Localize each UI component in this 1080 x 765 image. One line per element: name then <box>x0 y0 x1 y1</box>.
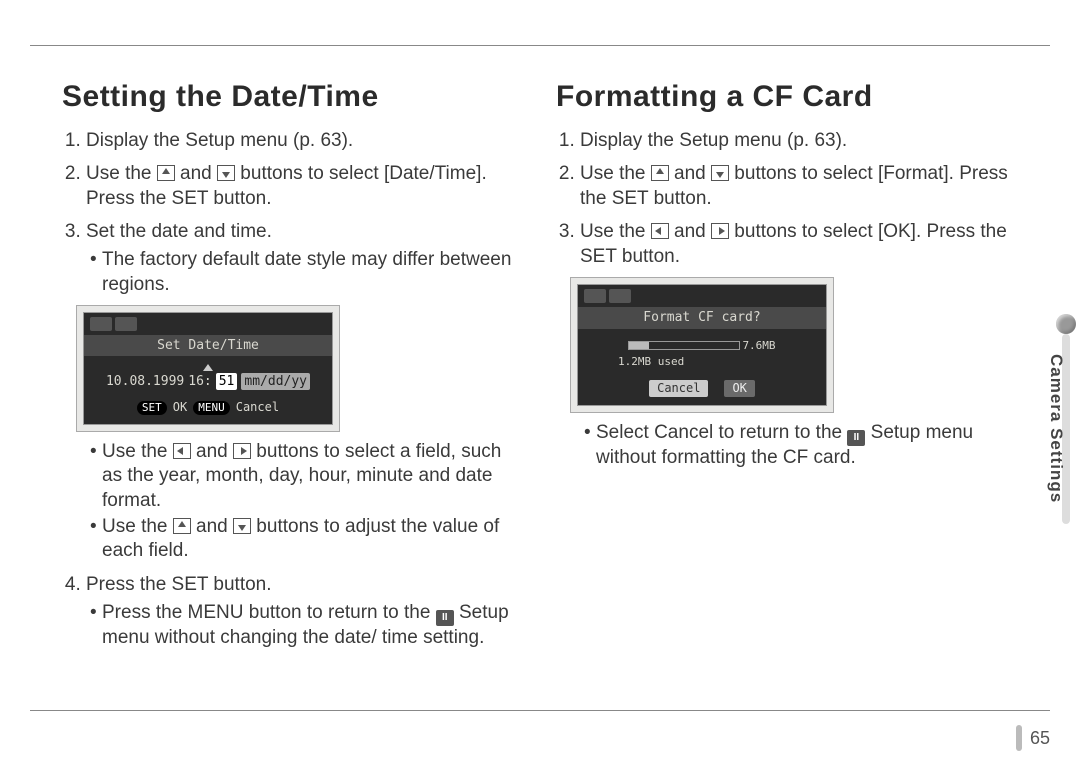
page-top-rule <box>30 45 1050 46</box>
steps-date-time: Display the Setup menu (p. 63). Use the … <box>62 128 516 650</box>
lcd-ok-button: OK <box>724 380 754 398</box>
step-3-note-2: Use the and buttons to select a field, s… <box>90 440 516 513</box>
up-triangle-icon <box>157 165 175 181</box>
step-4-note-1: Press the MENU button to return to the I… <box>90 601 516 650</box>
heading-date-time: Setting the Date/Time <box>62 80 516 114</box>
step-2: Use the and buttons to select [Format]. … <box>580 161 1010 211</box>
setup-menu-icon: II <box>847 430 865 446</box>
down-triangle-icon <box>217 165 235 181</box>
column-date-time: Setting the Date/Time Display the Setup … <box>62 80 516 755</box>
down-triangle-icon <box>233 518 251 534</box>
page-number: 65 <box>1016 725 1050 751</box>
lcd-cancel-button: Cancel <box>649 380 708 398</box>
step-3: Set the date and time. The factory defau… <box>86 219 516 563</box>
up-triangle-icon <box>173 518 191 534</box>
left-triangle-icon <box>173 443 191 459</box>
step-3: Use the and buttons to select [OK]. Pres… <box>580 219 1010 470</box>
storage-bar <box>628 341 740 350</box>
left-triangle-icon <box>651 223 669 239</box>
step-1: Display the Setup menu (p. 63). <box>86 128 516 153</box>
side-tab-dot-icon <box>1056 314 1076 334</box>
setup-menu-icon: II <box>436 610 454 626</box>
side-section-tab: Camera Settings <box>1048 314 1080 529</box>
heading-format-cf: Formatting a CF Card <box>556 80 1010 114</box>
side-tab-label: Camera Settings <box>1046 354 1066 503</box>
up-triangle-icon <box>651 165 669 181</box>
right-triangle-icon <box>711 223 729 239</box>
column-format-cf: Formatting a CF Card Display the Setup m… <box>556 80 1010 755</box>
steps-format-cf: Display the Setup menu (p. 63). Use the … <box>556 128 1010 471</box>
step-1: Display the Setup menu (p. 63). <box>580 128 1010 153</box>
page-content: Setting the Date/Time Display the Setup … <box>62 80 1010 755</box>
step-4: Press the SET button. Press the MENU but… <box>86 572 516 650</box>
format-note: Select Cancel to return to the II Setup … <box>584 421 1010 470</box>
step-3-note-1: The factory default date style may diffe… <box>90 248 516 297</box>
lcd-format-cf: Format CF card? 7.6MB 1.2MB used Cancel … <box>570 277 834 413</box>
right-triangle-icon <box>233 443 251 459</box>
lcd-set-date-time: Set Date/Time 10.08.1999 16:51 mm/dd/yy … <box>76 305 340 432</box>
step-2: Use the and buttons to select [Date/Time… <box>86 161 516 211</box>
down-triangle-icon <box>711 165 729 181</box>
step-3-note-3: Use the and buttons to adjust the value … <box>90 515 516 564</box>
page-bottom-rule <box>30 710 1050 711</box>
